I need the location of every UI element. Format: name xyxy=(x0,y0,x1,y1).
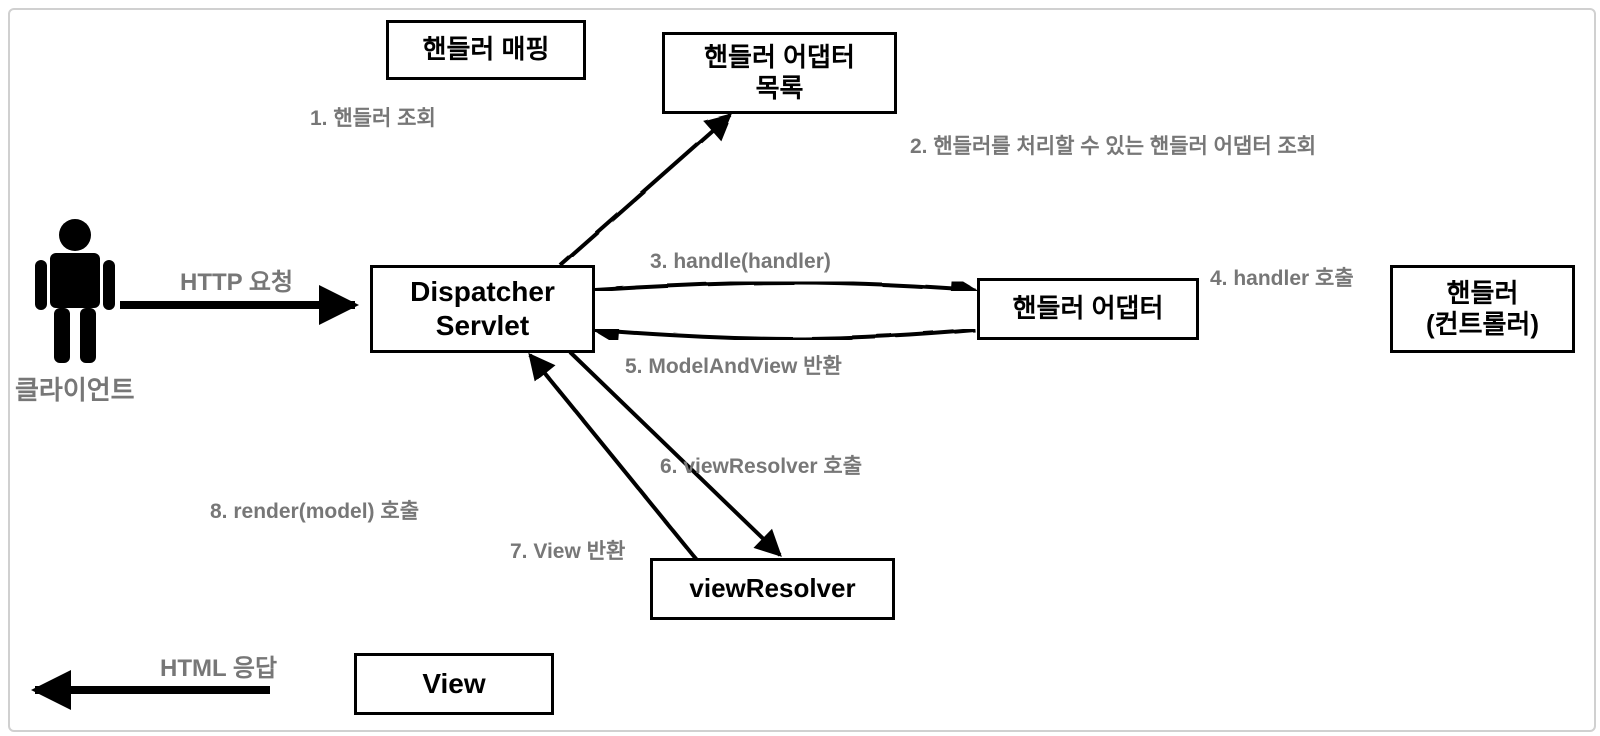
label-step-3: 3. handle(handler) xyxy=(650,250,831,274)
node-handler-mapping: 핸들러 매핑 xyxy=(386,20,586,80)
node-handler: 핸들러 (컨트롤러) xyxy=(1390,265,1575,353)
client-icon xyxy=(35,219,115,363)
diagram-frame: 핸들러 매핑 핸들러 어댑터 목록 Dispatcher Servlet 핸들러… xyxy=(8,8,1596,732)
node-handler-adapter-list-l1: 핸들러 어댑터 xyxy=(704,42,855,73)
node-view: View xyxy=(354,653,554,715)
node-dispatcher-servlet: Dispatcher Servlet xyxy=(370,265,595,353)
arrow-step-5 xyxy=(595,330,975,339)
label-step-4: 4. handler 호출 xyxy=(1210,262,1354,292)
label-step-5: 5. ModelAndView 반환 xyxy=(625,350,842,380)
node-handler-adapter-list-l2: 목록 xyxy=(704,73,855,104)
label-step-8: 8. render(model) 호출 xyxy=(210,495,419,525)
label-step-6: 6. viewResolver 호출 xyxy=(660,450,862,480)
node-handler-l2: (컨트롤러) xyxy=(1426,309,1539,340)
label-step-7: 7. View 반환 xyxy=(510,535,625,565)
node-dispatcher-l2: Servlet xyxy=(410,309,555,343)
arrow-step-2 xyxy=(560,115,730,265)
arrow-step-3 xyxy=(595,283,975,291)
node-handler-l1: 핸들러 xyxy=(1426,278,1539,309)
client-label: 클라이언트 xyxy=(15,370,135,407)
label-http-request: HTTP 요청 xyxy=(180,262,293,297)
label-step-1: 1. 핸들러 조회 xyxy=(310,102,436,132)
node-view-resolver: viewResolver xyxy=(650,558,895,620)
node-handler-adapter: 핸들러 어댑터 xyxy=(977,278,1199,340)
label-html-response: HTML 응답 xyxy=(160,648,277,683)
label-step-2: 2. 핸들러를 처리할 수 있는 핸들러 어댑터 조회 xyxy=(910,130,1316,160)
node-handler-adapter-list: 핸들러 어댑터 목록 xyxy=(662,32,897,114)
node-dispatcher-l1: Dispatcher xyxy=(410,275,555,309)
